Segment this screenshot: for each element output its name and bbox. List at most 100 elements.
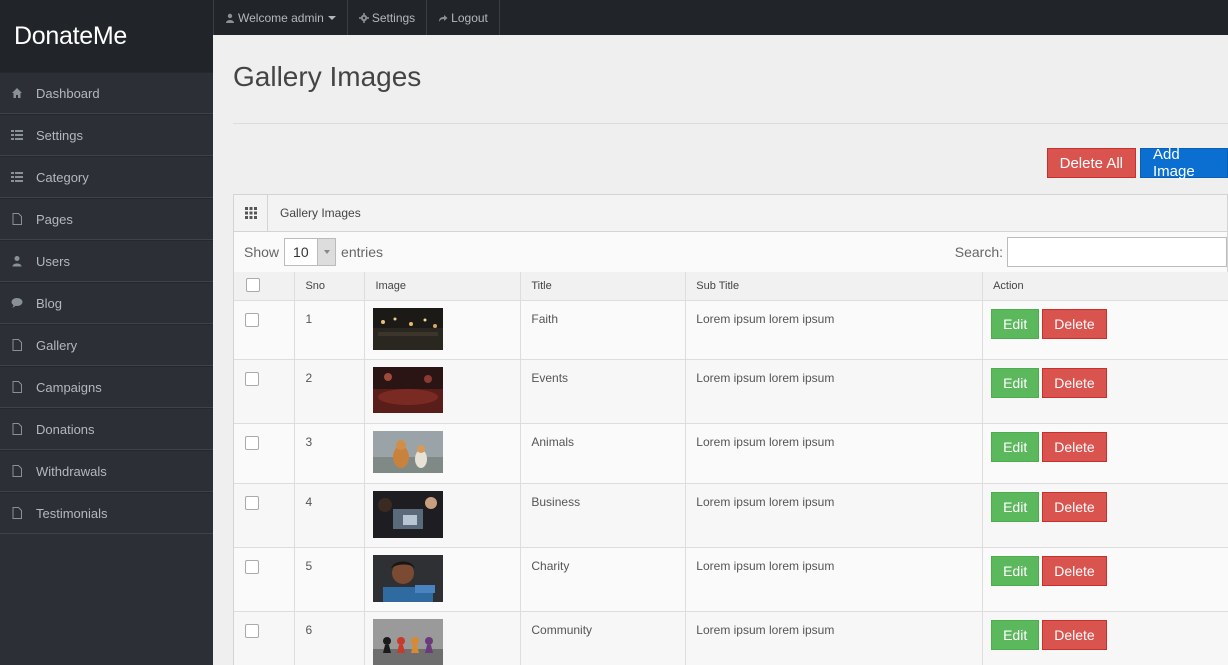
gallery-thumbnail[interactable] [373, 366, 444, 413]
chevron-down-icon [317, 239, 336, 265]
row-sno: 4 [294, 483, 366, 548]
sidebar-item-gallery[interactable]: Gallery [0, 324, 213, 366]
table-row: 2 Events Lorem ipsum lorem ipsum Edit Del… [234, 359, 1228, 424]
row-sno: 2 [294, 359, 366, 424]
sidebar-item-label: Dashboard [36, 85, 100, 101]
edit-button[interactable]: Edit [991, 491, 1040, 522]
row-subtitle: Lorem ipsum lorem ipsum [685, 300, 984, 360]
delete-button[interactable]: Delete [1042, 491, 1107, 522]
welcome-label: Welcome admin [238, 10, 324, 25]
row-checkbox[interactable] [245, 559, 259, 574]
search-label: Search: [954, 244, 1003, 260]
sidebar-item-withdrawals[interactable]: Withdrawals [0, 450, 213, 492]
delete-button[interactable]: Delete [1042, 619, 1107, 650]
sidebar-item-campaigns[interactable]: Campaigns [0, 366, 213, 408]
row-checkbox[interactable] [245, 623, 259, 638]
row-title: Animals [520, 423, 687, 484]
gallery-thumbnail[interactable] [373, 554, 444, 602]
entries-label: entries [341, 244, 384, 260]
column-header-subtitle[interactable]: Sub Title [685, 272, 984, 301]
row-sno: 3 [294, 423, 366, 484]
delete-button[interactable]: Delete [1042, 308, 1107, 339]
gallery-thumbnail[interactable] [373, 430, 444, 473]
top-navbar: Welcome admin Settings Logout [213, 0, 1228, 35]
column-header-title[interactable]: Title [520, 272, 687, 301]
user-icon [226, 13, 234, 23]
gallery-thumbnail[interactable] [373, 490, 444, 538]
row-checkbox[interactable] [245, 312, 259, 327]
edit-button[interactable]: Edit [991, 555, 1040, 586]
table-row: 5 Charity Lorem ipsum lorem ipsum Edit De… [234, 547, 1228, 612]
delete-button[interactable]: Delete [1042, 555, 1107, 586]
sidebar-item-settings[interactable]: Settings [0, 114, 213, 156]
row-subtitle: Lorem ipsum lorem ipsum [685, 359, 984, 424]
row-checkbox[interactable] [245, 495, 259, 510]
welcome-dropdown[interactable]: Welcome admin [213, 0, 348, 35]
sidebar-item-donations[interactable]: Donations [0, 408, 213, 450]
sidebar-item-users[interactable]: Users [0, 240, 213, 282]
page-length-select[interactable]: 10 [284, 238, 337, 266]
row-checkbox[interactable] [245, 371, 259, 386]
gallery-table: Sno Image Title Sub Title Action 1 Faith… [234, 272, 1228, 665]
delete-all-button[interactable]: Delete All [1046, 148, 1136, 178]
row-subtitle: Lorem ipsum lorem ipsum [685, 483, 984, 548]
sidebar-item-label: Blog [36, 295, 63, 311]
main-content: Gallery Images Delete All Add Image Gall… [233, 35, 1228, 665]
table-controls: Show 10 entries Search: [234, 232, 1227, 272]
page-length-value: 10 [293, 244, 309, 260]
table-row: 6 Community Lorem ipsum lorem ipsum Edit… [234, 611, 1228, 665]
page-icon [10, 212, 24, 226]
row-title: Events [520, 359, 687, 424]
table-row: 4 Business Lorem ipsum lorem ipsum Edit D… [234, 483, 1228, 548]
share-arrow-icon [439, 14, 448, 22]
edit-button[interactable]: Edit [991, 431, 1040, 462]
sidebar-item-label: Withdrawals [36, 463, 107, 479]
gear-icon [358, 12, 369, 23]
column-header-action: Action [982, 272, 1228, 301]
settings-link[interactable]: Settings [348, 0, 428, 35]
row-title: Community [520, 611, 687, 665]
grid-icon [234, 194, 268, 232]
sidebar-item-label: Settings [36, 127, 83, 143]
page-icon [10, 506, 24, 520]
edit-button[interactable]: Edit [991, 308, 1040, 339]
add-image-button[interactable]: Add Image [1140, 146, 1228, 180]
row-subtitle: Lorem ipsum lorem ipsum [685, 547, 984, 612]
sidebar-item-category[interactable]: Category [0, 156, 213, 198]
sidebar-item-testimonials[interactable]: Testimonials [0, 492, 213, 534]
sidebar-item-pages[interactable]: Pages [0, 198, 213, 240]
gallery-thumbnail[interactable] [373, 618, 444, 665]
page-icon [10, 380, 24, 394]
row-sno: 6 [294, 611, 366, 665]
brand-logo[interactable]: DonateMe [0, 0, 213, 72]
divider [233, 123, 1228, 124]
sidebar-item-blog[interactable]: Blog [0, 282, 213, 324]
row-subtitle: Lorem ipsum lorem ipsum [685, 423, 984, 484]
row-checkbox[interactable] [245, 435, 259, 450]
table-row: 1 Faith Lorem ipsum lorem ipsum Edit Dele… [234, 300, 1228, 360]
gallery-thumbnail[interactable] [373, 307, 444, 350]
settings-label: Settings [371, 10, 416, 25]
edit-button[interactable]: Edit [991, 367, 1040, 398]
sidebar-item-label: Pages [36, 211, 73, 227]
gallery-widget: Gallery Images Show 10 entries Search: S… [233, 194, 1228, 665]
sidebar-item-label: Campaigns [36, 379, 102, 395]
delete-button[interactable]: Delete [1042, 431, 1107, 462]
column-header-sno[interactable]: Sno [294, 272, 366, 301]
sidebar-item-dashboard[interactable]: Dashboard [0, 72, 213, 114]
list-icon [10, 128, 24, 142]
delete-button[interactable]: Delete [1042, 367, 1107, 398]
column-header-image[interactable]: Image [364, 272, 522, 301]
table-row: 3 Animals Lorem ipsum lorem ipsum Edit De… [234, 423, 1228, 484]
list-icon [10, 170, 24, 184]
sidebar: DonateMe Dashboard Settings Category Pag… [0, 0, 213, 665]
logout-link[interactable]: Logout [427, 0, 500, 35]
search-input[interactable] [1007, 237, 1227, 267]
row-subtitle: Lorem ipsum lorem ipsum [685, 611, 984, 665]
widget-title: Gallery Images [280, 206, 361, 220]
row-sno: 5 [294, 547, 366, 612]
edit-button[interactable]: Edit [991, 619, 1040, 650]
sidebar-item-label: Testimonials [36, 505, 108, 521]
select-all-checkbox[interactable] [246, 278, 260, 293]
page-icon [10, 422, 24, 436]
